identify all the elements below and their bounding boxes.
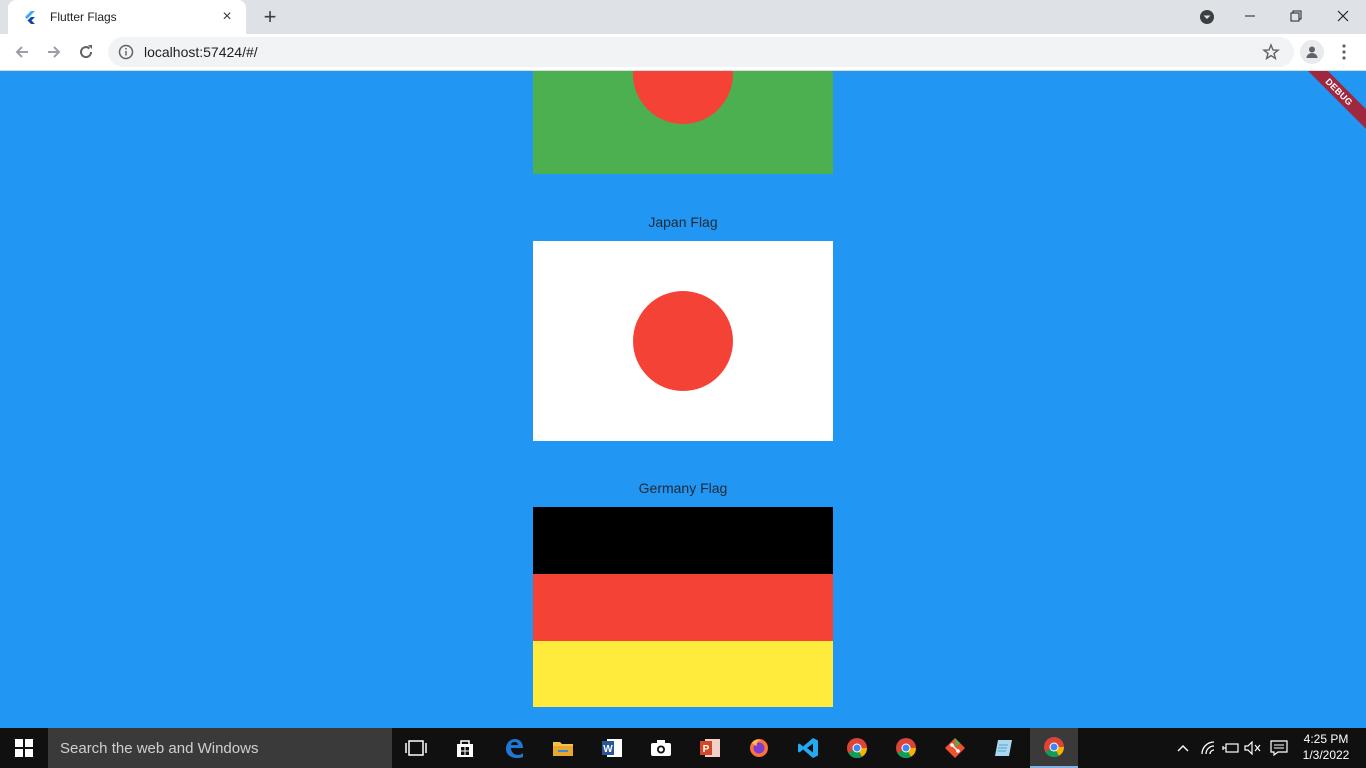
partial-flag-top — [533, 71, 833, 174]
system-clock[interactable]: 4:25 PM 1/3/2022 — [1296, 731, 1356, 763]
tab-title: Flutter Flags — [50, 10, 117, 24]
restore-window-button[interactable] — [1273, 0, 1319, 32]
bookmark-star-icon[interactable] — [1262, 43, 1280, 61]
camera-icon[interactable] — [637, 728, 685, 768]
svg-text:W: W — [603, 744, 613, 755]
notepad-icon[interactable] — [980, 728, 1028, 768]
browser-tab[interactable]: Flutter Flags × — [8, 0, 246, 34]
edge-icon[interactable] — [490, 728, 538, 768]
firefox-icon[interactable] — [735, 728, 783, 768]
volume-muted-icon[interactable] — [1243, 728, 1263, 768]
chrome-active-icon[interactable] — [1030, 728, 1078, 768]
new-tab-button[interactable]: + — [258, 4, 282, 29]
profile-avatar-icon[interactable] — [1300, 40, 1324, 64]
url-text[interactable]: localhost:57424/#/ — [144, 44, 258, 60]
debug-banner: DEBUG — [1295, 71, 1366, 136]
minimize-window-button[interactable] — [1227, 0, 1273, 32]
black-stripe — [533, 507, 833, 574]
forward-arrow-icon[interactable] — [40, 38, 68, 66]
chrome-icon[interactable] — [833, 728, 881, 768]
git-icon[interactable] — [931, 728, 979, 768]
clock-time: 4:25 PM — [1303, 732, 1349, 746]
app-viewport: Japan Flag Germany Flag DEBUG — [0, 71, 1366, 728]
flutter-logo-icon — [22, 9, 38, 25]
close-window-button[interactable] — [1320, 0, 1366, 32]
address-bar[interactable]: localhost:57424/#/ — [108, 37, 1294, 67]
chrome-icon[interactable] — [882, 728, 930, 768]
red-stripe — [533, 574, 833, 641]
file-explorer-icon[interactable] — [539, 728, 587, 768]
network-icon[interactable] — [1199, 728, 1219, 768]
svg-text:P: P — [703, 744, 710, 755]
browser-menu-icon[interactable] — [1336, 40, 1352, 64]
flag-red-disc — [633, 291, 733, 391]
windows-taskbar: Search the web and Windows W P 4:25 PM 1… — [0, 728, 1366, 768]
powerpoint-icon[interactable]: P — [686, 728, 734, 768]
word-icon[interactable]: W — [588, 728, 636, 768]
reload-icon[interactable] — [72, 38, 100, 66]
store-icon[interactable] — [441, 728, 489, 768]
taskbar-search-placeholder: Search the web and Windows — [60, 739, 259, 757]
show-hidden-icons-chevron-icon[interactable] — [1174, 728, 1192, 768]
germany-flag — [533, 507, 833, 707]
gold-stripe — [533, 641, 833, 707]
vscode-icon[interactable] — [784, 728, 832, 768]
clock-date: 1/3/2022 — [1302, 748, 1350, 762]
japan-flag-label: Japan Flag — [648, 214, 718, 230]
close-tab-icon[interactable]: × — [218, 8, 236, 26]
japan-flag — [533, 241, 833, 441]
browser-toolbar: localhost:57424/#/ — [0, 34, 1366, 71]
germany-flag-label: Germany Flag — [638, 480, 728, 496]
browser-tab-strip: Flutter Flags × + — [0, 0, 1366, 34]
windows-start-icon[interactable] — [0, 728, 48, 768]
battery-power-icon[interactable] — [1221, 728, 1241, 768]
tab-search-icon[interactable] — [1197, 7, 1217, 27]
task-view-icon[interactable] — [392, 728, 440, 768]
back-arrow-icon[interactable] — [8, 38, 36, 66]
site-info-icon[interactable] — [118, 44, 134, 60]
taskbar-search-box[interactable]: Search the web and Windows — [48, 728, 392, 768]
action-center-notification-icon[interactable] — [1268, 728, 1290, 768]
